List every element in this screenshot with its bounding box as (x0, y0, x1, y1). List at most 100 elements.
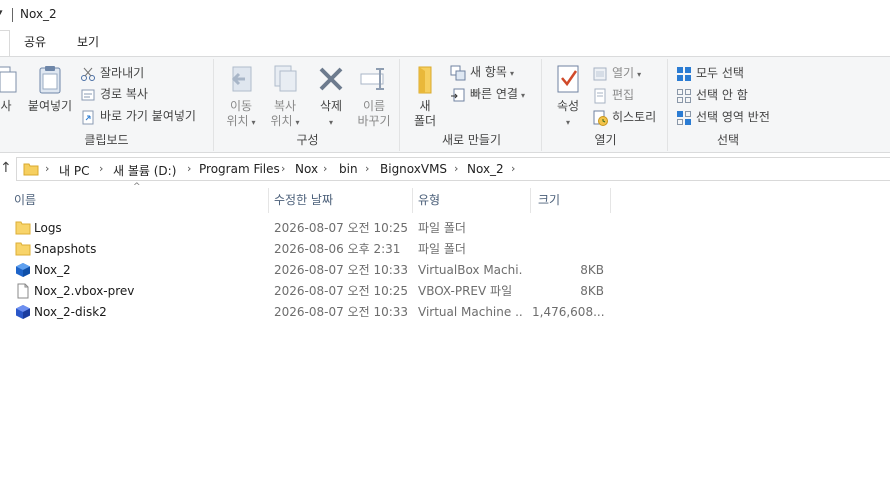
new-folder-button[interactable]: 새 폴더 (408, 63, 442, 129)
open-group: 속성 ▾ 열기 ▾ 편집 히스토리 열기 (544, 59, 668, 151)
clipboard-icon (39, 66, 61, 94)
file-row[interactable]: Nox_2.vbox-prev 2026-08-07 오전 10:25 VBOX… (0, 281, 890, 302)
tab-file[interactable] (0, 30, 10, 56)
edit-button[interactable]: 편집 (592, 85, 634, 105)
ribbon-tabs: 공유 보기 (0, 30, 890, 56)
paste-button[interactable]: 붙여넣기 (24, 63, 76, 114)
file-size: 8KB (580, 284, 604, 298)
copy-to-button[interactable]: 복사 위치 ▾ (264, 63, 306, 130)
column-size[interactable]: 크기 (534, 188, 610, 213)
breadcrumb-this-pc[interactable]: 내 PC (59, 162, 89, 179)
file-icon (17, 283, 29, 299)
edit-icon (594, 88, 606, 103)
up-arrow-icon[interactable]: ↑ (0, 160, 12, 176)
open-icon (593, 67, 607, 80)
chevron-right-icon[interactable]: › (365, 162, 369, 175)
delete-x-icon (319, 67, 343, 91)
file-name: Nox_2.vbox-prev (34, 284, 135, 298)
select-group-label: 선택 (716, 133, 740, 147)
window-title: Nox_2 (20, 7, 57, 21)
copy-button[interactable]: 사 (0, 63, 18, 114)
select-all-icon (677, 66, 691, 81)
folder-icon (15, 242, 31, 256)
paste-shortcut-icon (82, 110, 94, 124)
move-to-icon (231, 66, 252, 92)
file-size (532, 239, 604, 260)
delete-button[interactable]: 삭제 ▾ (312, 63, 350, 130)
file-type: Virtual Machine ... (418, 305, 522, 319)
column-modified[interactable]: 수정한 날짜 (270, 188, 412, 213)
tab-share[interactable]: 공유 (12, 30, 58, 56)
quick-access-dropdown-icon[interactable]: ▾ (0, 8, 3, 18)
breadcrumb-drive-d[interactable]: 새 볼륨 (D:) (113, 162, 176, 179)
rename-button[interactable]: 이름 바꾸기 (352, 63, 396, 129)
address-bar[interactable]: › 내 PC › 새 볼륨 (D:) › Program Files › Nox… (16, 157, 890, 181)
folder-icon (23, 163, 39, 176)
breadcrumb-nox-2[interactable]: Nox_2 (467, 162, 504, 176)
column-name[interactable]: 이름 (10, 188, 268, 213)
chevron-right-icon[interactable]: › (323, 162, 327, 175)
tab-view[interactable]: 보기 (62, 30, 114, 56)
chevron-right-icon[interactable]: › (187, 162, 191, 175)
history-icon (593, 110, 608, 126)
file-row[interactable]: Nox_2-disk2 2026-08-07 오전 10:33 Virtual … (0, 302, 890, 323)
breadcrumb-program-files[interactable]: Program Files (199, 162, 280, 176)
column-divider[interactable] (268, 188, 269, 213)
select-none-button[interactable]: 선택 안 함 (676, 85, 748, 105)
file-name: Logs (34, 221, 62, 235)
virtualbox-icon (16, 263, 30, 277)
chevron-right-icon[interactable]: › (281, 162, 285, 175)
move-to-button[interactable]: 이동 위치 ▾ (220, 63, 262, 130)
select-group: 모두 선택 선택 안 함 선택 영역 반전 선택 (670, 59, 786, 151)
select-none-icon (677, 88, 691, 103)
easy-access-icon (451, 88, 465, 101)
scissors-icon (81, 67, 95, 81)
file-row[interactable]: Nox_2 2026-08-07 오전 10:33 VirtualBox Mac… (0, 260, 890, 281)
cut-button[interactable]: 잘라내기 (80, 63, 144, 83)
copy-path-icon (81, 89, 95, 100)
file-modified: 2026-08-07 오전 10:33 (274, 263, 409, 277)
new-group: 새 폴더 새 항목 ▾ 빠른 연결 ▾ 새로 만들기 (402, 59, 542, 151)
column-divider[interactable] (610, 188, 611, 213)
breadcrumb-bin[interactable]: bin (339, 162, 358, 176)
file-name: Snapshots (34, 242, 97, 256)
invert-selection-icon (677, 110, 691, 125)
rename-icon (360, 68, 384, 90)
breadcrumb-nox[interactable]: Nox (295, 162, 318, 176)
column-divider[interactable] (530, 188, 531, 213)
address-bar-area: ↑ › 내 PC › 새 볼륨 (D:) › Program Files › N… (0, 157, 890, 181)
file-type: 파일 폴더 (418, 242, 466, 256)
organize-group-label: 구성 (296, 133, 319, 147)
file-name: Nox_2-disk2 (34, 305, 107, 319)
title-bar: ▾ Nox_2 (0, 0, 890, 30)
file-name: Nox_2 (34, 263, 71, 277)
open-button[interactable]: 열기 ▾ (592, 63, 641, 83)
column-type[interactable]: 유형 (414, 188, 530, 213)
file-type: 파일 폴더 (418, 221, 466, 235)
file-modified: 2026-08-07 오전 10:33 (274, 305, 409, 319)
copy-path-button[interactable]: 경로 복사 (80, 84, 148, 104)
chevron-right-icon[interactable]: › (45, 162, 49, 175)
file-row[interactable]: Snapshots 2026-08-06 오후 2:31 파일 폴더 (0, 239, 890, 260)
disk-icon (16, 305, 30, 319)
new-item-button[interactable]: 새 항목 ▾ (450, 62, 514, 82)
organize-group: 이동 위치 ▾ 복사 위치 ▾ 삭제 ▾ 이름 바꾸기 구성 (216, 59, 400, 151)
invert-selection-button[interactable]: 선택 영역 반전 (676, 107, 770, 127)
new-item-icon (450, 65, 466, 80)
chevron-right-icon[interactable]: › (454, 162, 458, 175)
easy-access-button[interactable]: 빠른 연결 ▾ (450, 84, 525, 104)
file-modified: 2026-08-07 오전 10:25 (274, 221, 409, 235)
paste-shortcut-button[interactable]: 바로 가기 붙여넣기 (80, 106, 196, 126)
properties-button[interactable]: 속성 ▾ (548, 63, 588, 130)
select-all-button[interactable]: 모두 선택 (676, 63, 744, 83)
copy-to-icon (274, 65, 297, 92)
file-row[interactable]: Logs 2026-08-07 오전 10:25 파일 폴더 (0, 218, 890, 239)
column-divider[interactable] (412, 188, 413, 213)
new-folder-icon (418, 66, 432, 94)
breadcrumb-bignoxvms[interactable]: BignoxVMS (380, 162, 447, 176)
history-button[interactable]: 히스토리 (592, 107, 656, 127)
folder-icon (15, 221, 31, 235)
chevron-right-icon[interactable]: › (99, 162, 103, 175)
file-type: VirtualBox Machi... (418, 263, 522, 277)
chevron-right-icon[interactable]: › (511, 162, 515, 175)
